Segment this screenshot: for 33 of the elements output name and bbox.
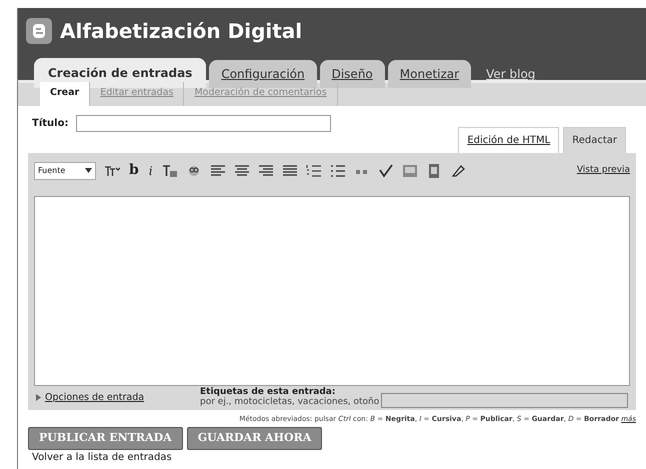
preview-link[interactable]: Vista previa — [576, 164, 630, 178]
spellcheck-icon[interactable] — [378, 164, 394, 178]
nav-tab[interactable]: Monetizar — [388, 60, 472, 88]
nav-tab[interactable]: Configuración — [209, 60, 317, 88]
bold-button[interactable]: b — [128, 159, 140, 182]
nav-tab[interactable]: Creación de entradas — [34, 58, 206, 88]
font-dropdown[interactable]: Fuente — [34, 162, 96, 180]
justify-icon[interactable] — [282, 164, 298, 178]
align-center-icon[interactable] — [234, 164, 250, 178]
labels-title: Etiquetas de esta entrada: — [200, 388, 336, 397]
editor-tab[interactable]: Edición de HTML — [458, 127, 560, 153]
align-left-icon[interactable] — [210, 164, 226, 178]
sub-tab[interactable]: Crear — [40, 82, 90, 106]
caret-icon — [85, 168, 92, 173]
view-blog-link[interactable]: Ver blog — [474, 60, 548, 88]
labels-hint: por ej., motocicletas, vacaciones, otoño — [200, 398, 380, 408]
title-label: Título: — [32, 117, 68, 131]
logo-icon — [26, 18, 52, 44]
bullet-list-icon[interactable] — [330, 164, 346, 178]
font-size-icon[interactable] — [104, 164, 120, 178]
numbered-list-icon[interactable] — [306, 164, 322, 178]
nav-tab[interactable]: Diseño — [320, 60, 385, 88]
remove-format-icon[interactable] — [162, 164, 178, 178]
eraser-icon[interactable] — [450, 164, 466, 178]
back-link[interactable]: Volver a la lista de entradas — [32, 450, 646, 465]
expand-arrow-icon[interactable] — [36, 394, 41, 402]
options-link[interactable]: Opciones de entrada — [45, 392, 200, 404]
blog-title: Alfabetización Digital — [60, 18, 302, 45]
italic-button[interactable]: i — [148, 160, 154, 180]
labels-field[interactable] — [381, 392, 628, 408]
title-field[interactable] — [76, 115, 332, 132]
editor-tab[interactable]: Redactar — [563, 127, 626, 153]
align-right-icon[interactable] — [258, 164, 274, 178]
